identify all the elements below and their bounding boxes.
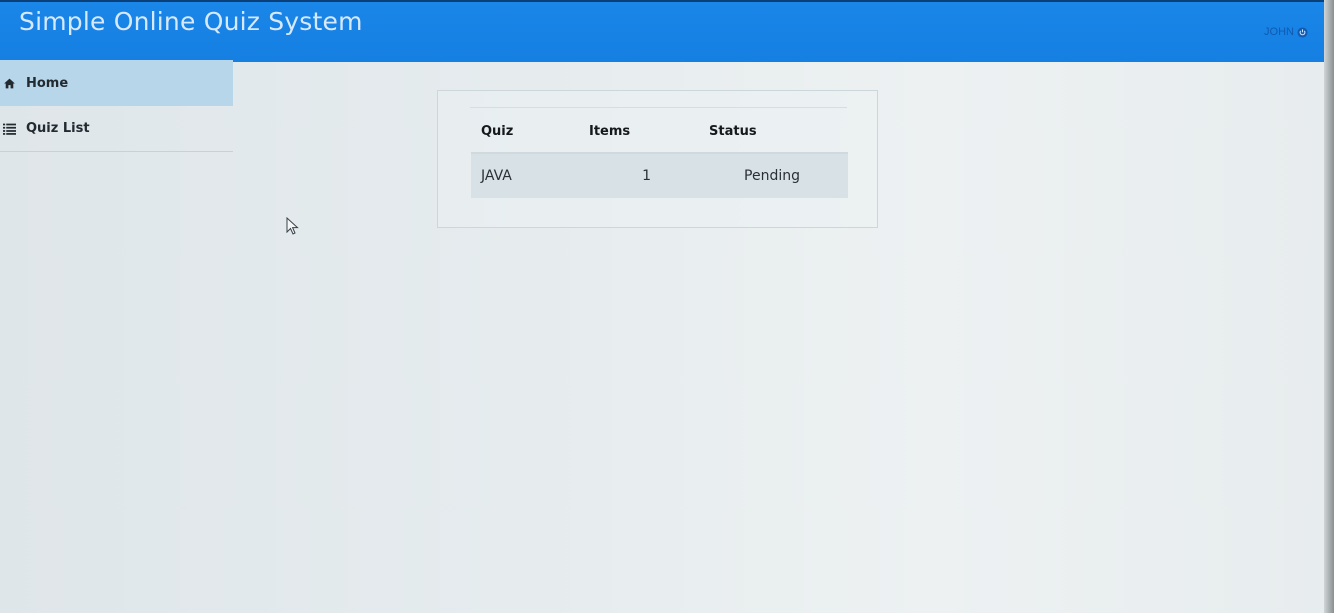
quiz-table: Quiz Items Status JAVA 1 Pending bbox=[471, 111, 848, 198]
table-row[interactable]: JAVA 1 Pending bbox=[471, 153, 848, 198]
sidebar-item-quiz-list[interactable]: Quiz List bbox=[0, 106, 233, 152]
top-navbar: Simple Online Quiz System JOHN bbox=[0, 0, 1326, 62]
column-header-items: Items bbox=[589, 111, 709, 154]
user-name: JOHN bbox=[1264, 26, 1294, 38]
app-title: Simple Online Quiz System bbox=[19, 7, 363, 36]
power-icon[interactable] bbox=[1297, 26, 1308, 38]
panel-divider bbox=[470, 107, 847, 108]
list-icon bbox=[3, 123, 16, 135]
sidebar-item-label: Home bbox=[26, 75, 69, 91]
screen-edge bbox=[1324, 0, 1334, 613]
user-menu[interactable]: JOHN bbox=[1264, 26, 1308, 38]
sidebar: Home Quiz List bbox=[0, 60, 233, 152]
quiz-status-cell: Pending bbox=[709, 153, 848, 198]
table-header-row: Quiz Items Status bbox=[471, 111, 848, 154]
sidebar-item-label: Quiz List bbox=[26, 121, 90, 136]
quiz-name-cell: JAVA bbox=[471, 153, 589, 198]
sidebar-item-home[interactable]: Home bbox=[0, 60, 233, 106]
home-icon bbox=[4, 78, 15, 88]
mouse-cursor-icon bbox=[286, 217, 299, 235]
quiz-items-cell: 1 bbox=[589, 153, 709, 198]
column-header-status: Status bbox=[709, 111, 848, 154]
quiz-panel: Quiz Items Status JAVA 1 Pending bbox=[437, 90, 878, 228]
column-header-quiz: Quiz bbox=[471, 111, 589, 154]
